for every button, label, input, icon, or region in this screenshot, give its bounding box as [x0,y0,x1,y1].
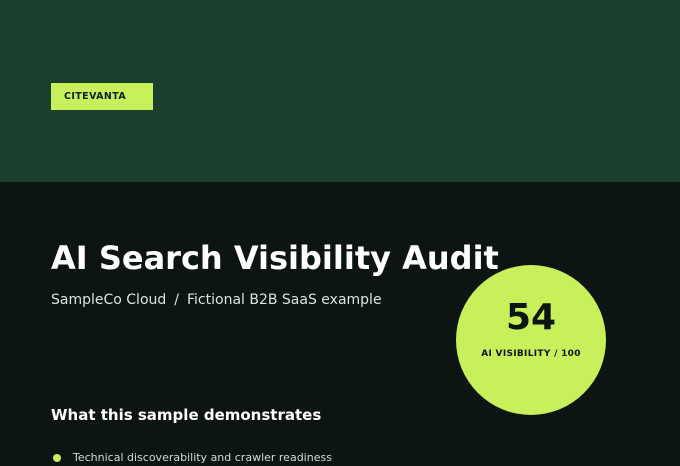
header-band: CITEVANTA [0,0,680,182]
highlights-list: Technical discoverability and crawler re… [51,450,332,466]
visibility-score-badge: 54 AI VISIBILITY / 100 [456,265,606,415]
bullet-dot-icon [53,454,61,462]
subtitle-separator: / [174,292,179,308]
report-subtitle: SampleCo Cloud / Fictional B2B SaaS exampl… [51,290,382,310]
company-name: SampleCo Cloud [51,292,167,308]
report-description: Fictional B2B SaaS example [187,292,382,308]
score-label: AI VISIBILITY / 100 [481,349,581,359]
brand-tag: CITEVANTA [51,83,153,110]
section-heading: What this sample demonstrates [51,406,322,424]
list-item-label: Technical discoverability and crawler re… [73,451,332,464]
page-title: AI Search Visibility Audit [51,239,499,277]
score-value: 54 [505,297,557,338]
list-item: Technical discoverability and crawler re… [51,450,332,466]
